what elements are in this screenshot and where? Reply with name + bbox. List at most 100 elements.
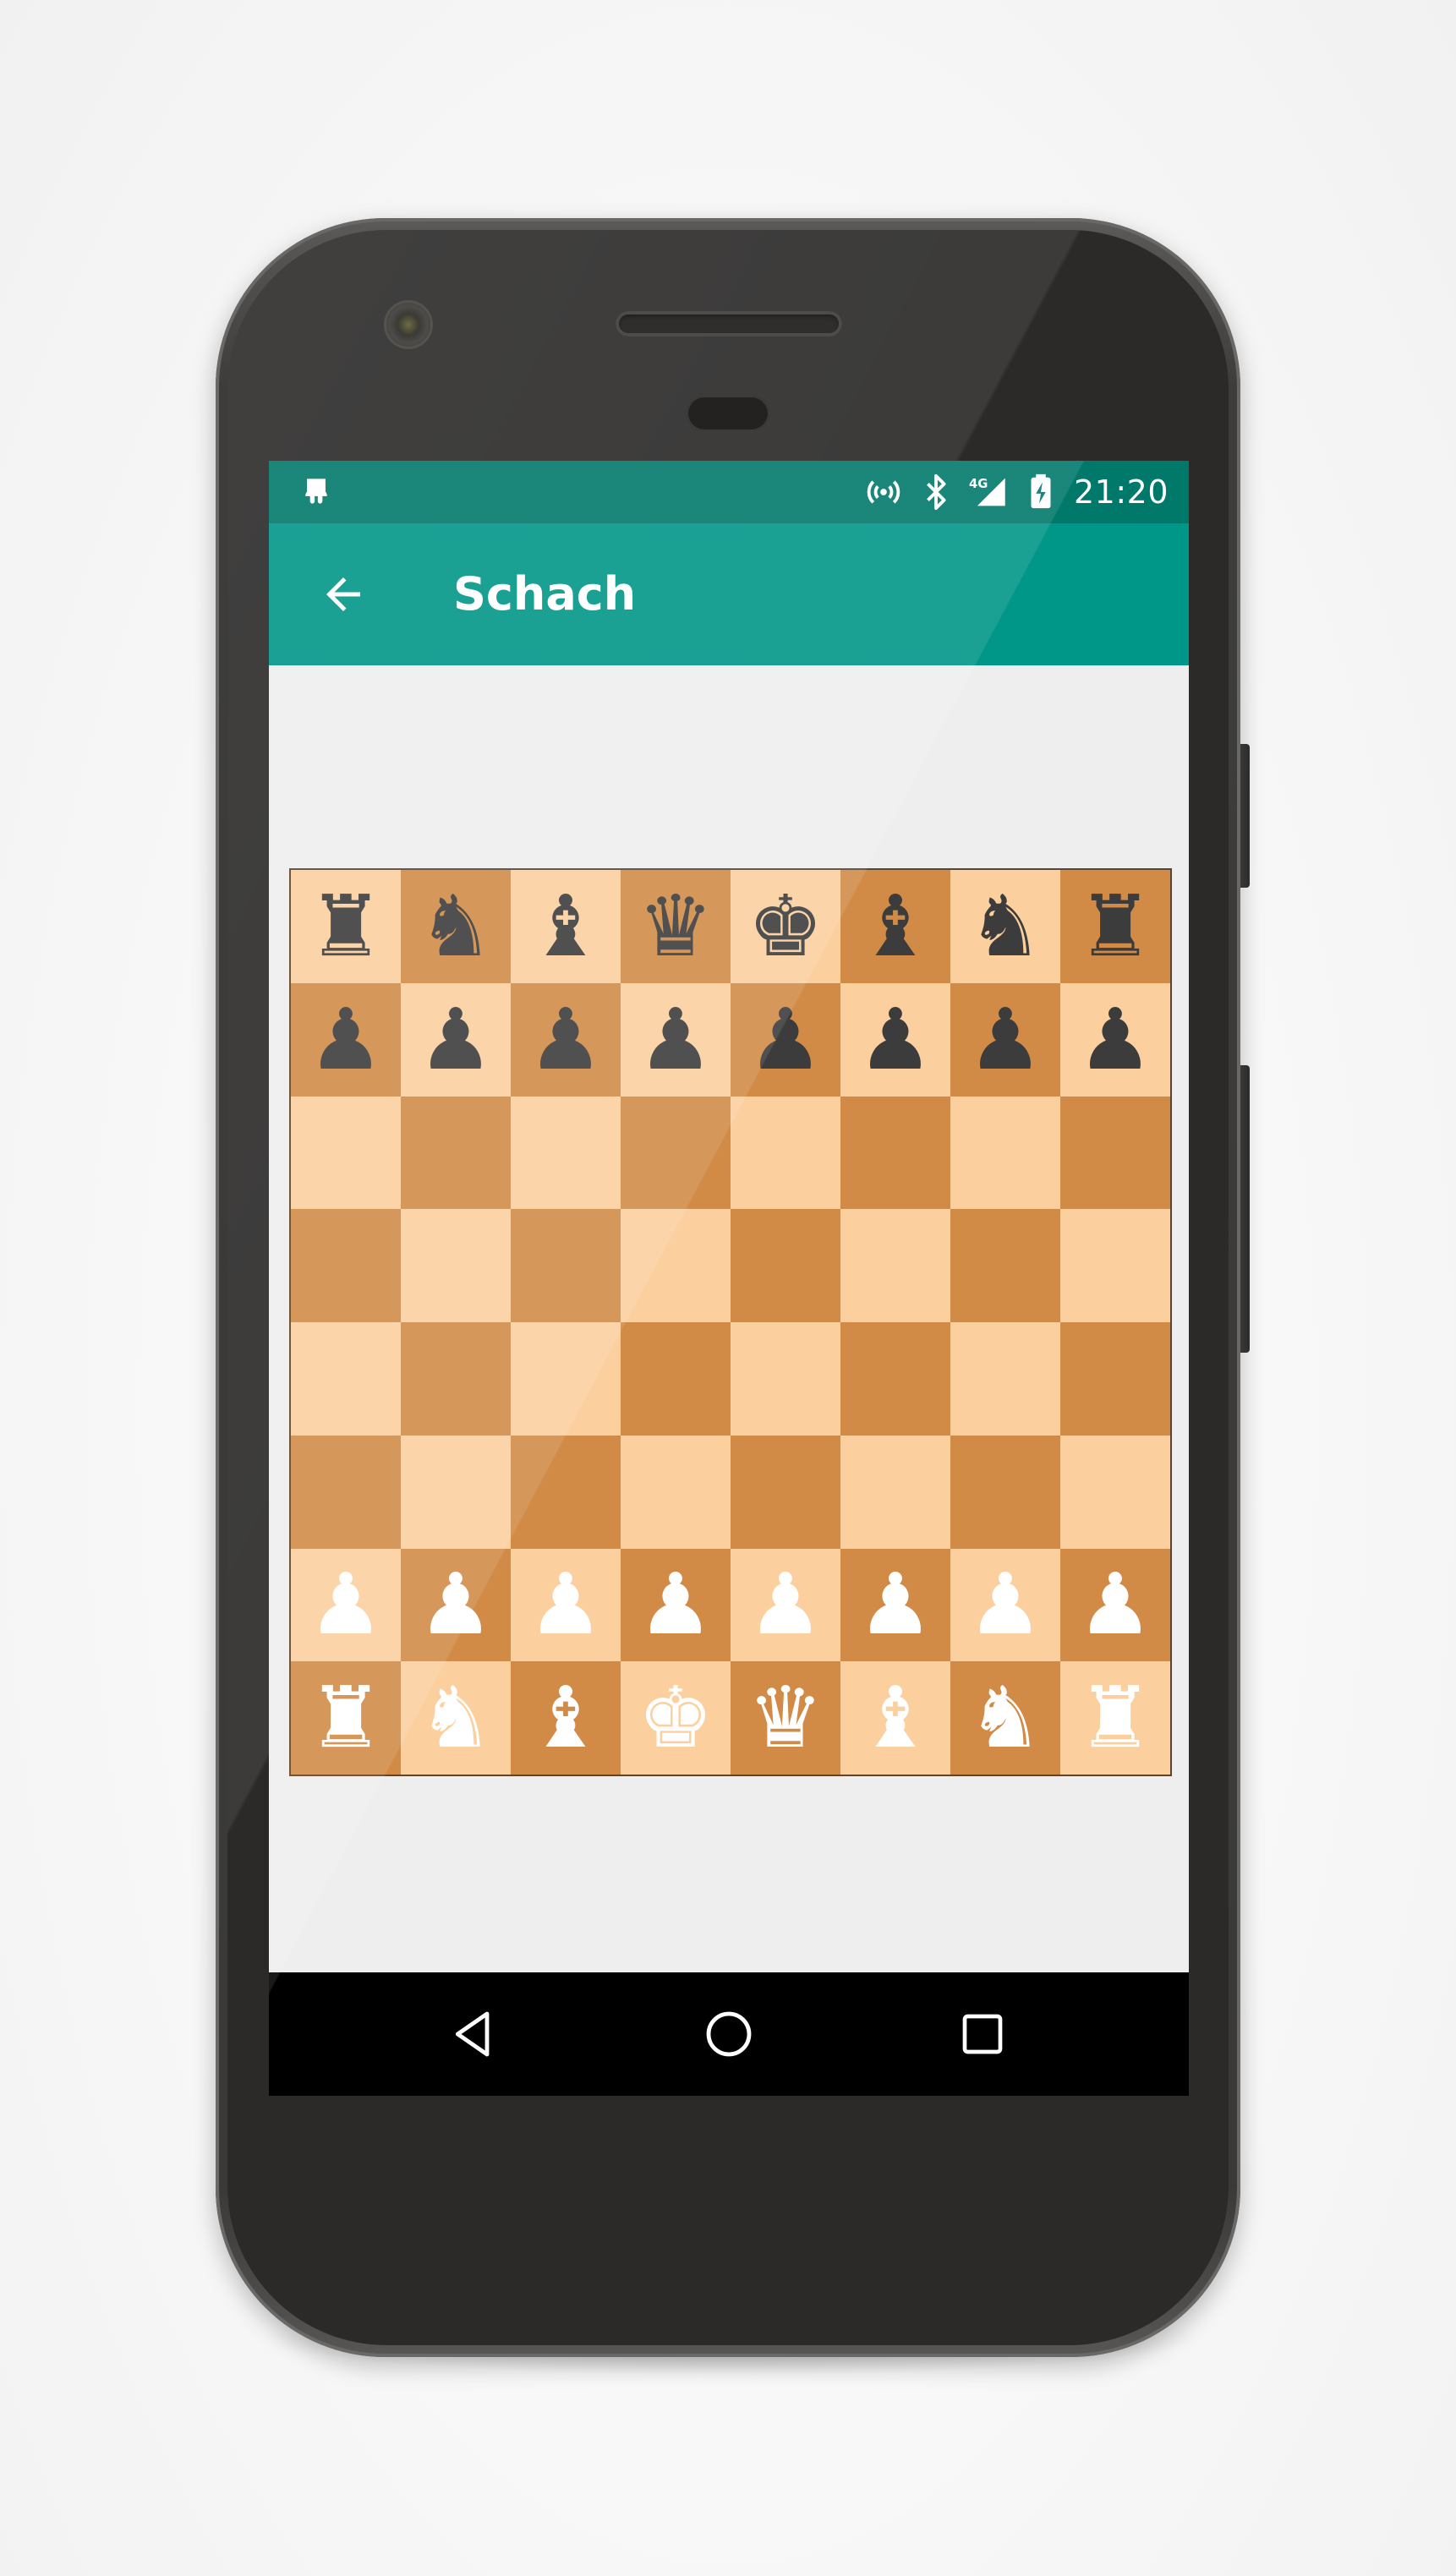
board-square-b1[interactable]: ♞ [401,1661,511,1775]
board-square-c8[interactable]: ♝ [511,870,621,983]
board-square-a3[interactable] [291,1435,401,1549]
board-square-f1[interactable]: ♝ [840,1661,950,1775]
board-square-e1[interactable]: ♛ [731,1661,840,1775]
board-square-d5[interactable] [621,1209,731,1322]
board-square-f7[interactable]: ♟ [840,982,950,1097]
board-square-g6[interactable] [950,1096,1060,1210]
black-pawn-piece[interactable]: ♟ [1077,997,1153,1082]
black-pawn-piece[interactable]: ♟ [308,997,384,1082]
white-pawn-piece[interactable]: ♟ [528,1562,604,1647]
board-square-d4[interactable] [621,1322,731,1436]
white-queen-piece[interactable]: ♛ [747,1676,824,1760]
board-square-g7[interactable]: ♟ [950,982,1060,1097]
nav-recents-button[interactable] [940,1992,1025,2076]
white-pawn-piece[interactable]: ♟ [1077,1562,1153,1647]
board-square-g1[interactable]: ♞ [950,1661,1060,1775]
board-square-h8[interactable]: ♜ [1060,870,1170,983]
board-square-e5[interactable] [731,1209,840,1322]
board-square-c2[interactable]: ♟ [511,1548,621,1662]
black-rook-piece[interactable]: ♜ [308,883,384,969]
white-bishop-piece[interactable]: ♝ [528,1676,604,1760]
board-square-a1[interactable]: ♜ [291,1661,401,1775]
board-square-c4[interactable] [511,1322,621,1436]
board-square-h3[interactable] [1060,1435,1170,1549]
board-square-e4[interactable] [731,1322,840,1436]
board-square-a8[interactable]: ♜ [291,870,401,983]
black-bishop-piece[interactable]: ♝ [857,883,933,969]
white-knight-piece[interactable]: ♞ [418,1676,494,1760]
board-square-b2[interactable]: ♟ [401,1548,511,1662]
board-square-f6[interactable] [840,1096,950,1210]
board-square-b4[interactable] [401,1322,511,1436]
white-pawn-piece[interactable]: ♟ [857,1562,933,1647]
black-bishop-piece[interactable]: ♝ [528,883,604,969]
board-square-a4[interactable] [291,1322,401,1436]
board-square-e2[interactable]: ♟ [731,1548,840,1662]
black-pawn-piece[interactable]: ♟ [747,997,824,1082]
black-knight-piece[interactable]: ♞ [967,883,1043,969]
board-square-c7[interactable]: ♟ [511,982,621,1097]
board-square-g5[interactable] [950,1209,1060,1322]
white-pawn-piece[interactable]: ♟ [967,1562,1043,1647]
board-square-d8[interactable]: ♛ [621,870,731,983]
board-square-g2[interactable]: ♟ [950,1548,1060,1662]
board-square-f3[interactable] [840,1435,950,1549]
board-square-b5[interactable] [401,1209,511,1322]
board-square-c1[interactable]: ♝ [511,1661,621,1775]
board-square-h1[interactable]: ♜ [1060,1661,1170,1775]
board-square-d7[interactable]: ♟ [621,982,731,1097]
board-square-a6[interactable] [291,1096,401,1210]
black-knight-piece[interactable]: ♞ [418,883,494,969]
black-pawn-piece[interactable]: ♟ [528,997,604,1082]
white-king-piece[interactable]: ♚ [638,1676,714,1760]
board-square-h5[interactable] [1060,1209,1170,1322]
white-pawn-piece[interactable]: ♟ [747,1562,824,1647]
board-square-c3[interactable] [511,1435,621,1549]
white-rook-piece[interactable]: ♜ [1077,1676,1153,1760]
black-king-piece[interactable]: ♚ [747,883,824,969]
board-square-b3[interactable] [401,1435,511,1549]
white-bishop-piece[interactable]: ♝ [857,1676,933,1760]
nav-home-button[interactable] [687,1992,771,2076]
white-pawn-piece[interactable]: ♟ [638,1562,714,1647]
white-rook-piece[interactable]: ♜ [308,1676,384,1760]
board-square-f2[interactable]: ♟ [840,1548,950,1662]
white-pawn-piece[interactable]: ♟ [418,1562,494,1647]
board-square-e8[interactable]: ♚ [731,870,840,983]
black-pawn-piece[interactable]: ♟ [638,997,714,1082]
black-pawn-piece[interactable]: ♟ [967,997,1043,1082]
board-square-h6[interactable] [1060,1096,1170,1210]
white-knight-piece[interactable]: ♞ [967,1676,1043,1760]
board-square-e7[interactable]: ♟ [731,982,840,1097]
board-square-b8[interactable]: ♞ [401,870,511,983]
board-square-f4[interactable] [840,1322,950,1436]
board-square-g3[interactable] [950,1435,1060,1549]
white-pawn-piece[interactable]: ♟ [308,1562,384,1647]
board-square-a2[interactable]: ♟ [291,1548,401,1662]
board-square-b7[interactable]: ♟ [401,982,511,1097]
board-square-e3[interactable] [731,1435,840,1549]
nav-back-button[interactable] [431,1992,516,2076]
board-square-d3[interactable] [621,1435,731,1549]
board-square-c6[interactable] [511,1096,621,1210]
back-button[interactable] [313,564,374,625]
board-square-a5[interactable] [291,1209,401,1322]
board-square-f8[interactable]: ♝ [840,870,950,983]
board-square-a7[interactable]: ♟ [291,982,401,1097]
board-square-h7[interactable]: ♟ [1060,982,1170,1097]
board-square-e6[interactable] [731,1096,840,1210]
black-pawn-piece[interactable]: ♟ [418,997,494,1082]
black-queen-piece[interactable]: ♛ [638,883,714,969]
board-square-d1[interactable]: ♚ [621,1661,731,1775]
board-square-b6[interactable] [401,1096,511,1210]
board-square-c5[interactable] [511,1209,621,1322]
black-rook-piece[interactable]: ♜ [1077,883,1153,969]
board-square-d2[interactable]: ♟ [621,1548,731,1662]
board-square-g4[interactable] [950,1322,1060,1436]
board-square-d6[interactable] [621,1096,731,1210]
black-pawn-piece[interactable]: ♟ [857,997,933,1082]
board-square-g8[interactable]: ♞ [950,870,1060,983]
board-square-h4[interactable] [1060,1322,1170,1436]
board-square-f5[interactable] [840,1209,950,1322]
board-square-h2[interactable]: ♟ [1060,1548,1170,1662]
